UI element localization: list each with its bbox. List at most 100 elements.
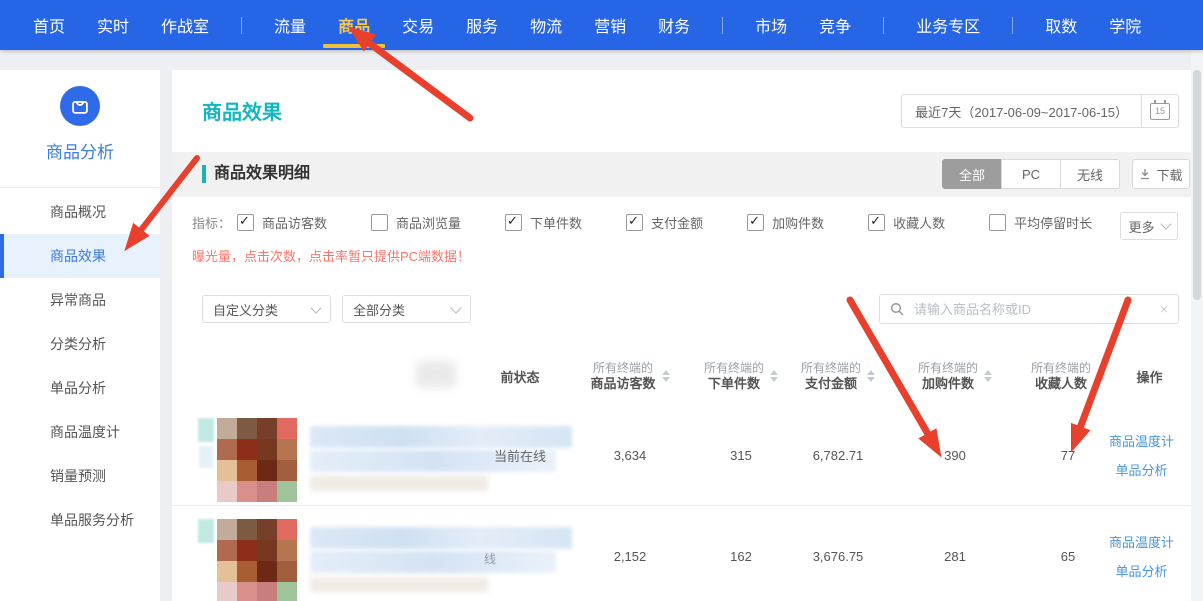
checkbox-icon[interactable]	[505, 214, 522, 231]
single-product-analysis-link[interactable]: 单品分析	[1115, 460, 1167, 479]
nav-item-service[interactable]: 服务	[466, 0, 498, 50]
metric-checkbox-stay-duration[interactable]: 平均停留时长	[989, 213, 1092, 232]
shopping-bag-icon	[69, 95, 91, 117]
page-title: 商品效果	[202, 96, 282, 125]
favorites-cell: 65	[1028, 549, 1108, 564]
nav-item-competition[interactable]: 竞争	[819, 0, 851, 50]
scrollbar-thumb[interactable]	[1193, 70, 1201, 300]
chevron-down-icon	[1160, 218, 1171, 229]
product-search-box: ×	[879, 294, 1179, 324]
blur-fragment	[198, 519, 214, 543]
nav-item-warroom[interactable]: 作战室	[161, 0, 209, 50]
nav-item-academy[interactable]: 学院	[1109, 0, 1141, 50]
chevron-down-icon	[310, 302, 321, 313]
cart-column-header: 所有终端的加购件数	[882, 360, 1028, 392]
calendar-button[interactable]: 15	[1142, 95, 1178, 127]
checkbox-icon[interactable]	[237, 214, 254, 231]
nav-item-trade[interactable]: 交易	[402, 0, 434, 50]
search-input[interactable]	[912, 301, 1152, 318]
pc-data-notice: 曝光量，点击次数，点击率暂只提供PC端数据！	[192, 246, 470, 265]
product-thermometer-link[interactable]: 商品温度计	[1109, 532, 1174, 551]
select-value: 自定义分类	[213, 300, 278, 319]
checkbox-icon[interactable]	[371, 214, 388, 231]
nav-item-products[interactable]: 商品	[338, 0, 370, 50]
sidebar-item-product-effect[interactable]: 商品效果	[0, 234, 160, 278]
nav-item-traffic[interactable]: 流量	[274, 0, 306, 50]
sort-icon[interactable]	[984, 370, 992, 382]
metric-label: 收藏人数	[893, 213, 945, 232]
metric-label: 支付金额	[651, 213, 703, 232]
date-range-picker[interactable]: 最近7天（2017-06-09~2017-06-15） 15	[901, 94, 1179, 128]
sort-icon[interactable]	[1097, 370, 1105, 382]
nav-item-data-fetch[interactable]: 取数	[1045, 0, 1077, 50]
calendar-icon: 15	[1150, 103, 1170, 120]
nav-item-business-zone[interactable]: 业务专区	[916, 0, 980, 50]
payment-cell: 6,782.71	[794, 448, 882, 463]
sidebar-item-category-analysis[interactable]: 分类分析	[0, 322, 160, 366]
nav-item-marketing[interactable]: 营销	[594, 0, 626, 50]
single-product-analysis-link[interactable]: 单品分析	[1115, 561, 1167, 580]
checkbox-icon[interactable]	[989, 214, 1006, 231]
tab-all[interactable]: 全部	[942, 159, 1002, 189]
more-dropdown-button[interactable]: 更多	[1120, 212, 1178, 240]
content-panel: 指标： 商品访客数 商品浏览量 下单件数 支付金额 加购件数	[172, 197, 1191, 601]
metric-checkbox-visitors[interactable]: 商品访客数	[237, 213, 327, 232]
favorites-cell: 77	[1028, 448, 1108, 463]
metric-checkbox-payment[interactable]: 支付金额	[626, 213, 703, 232]
sort-icon[interactable]	[662, 370, 670, 382]
sidebar-item-single-product-service[interactable]: 单品服务分析	[0, 498, 160, 542]
orders-cell: 315	[688, 448, 794, 463]
tab-pc[interactable]: PC	[1001, 159, 1061, 189]
sidebar-item-product-overview[interactable]: 商品概况	[0, 190, 160, 234]
nav-separator	[1012, 17, 1013, 34]
blur-fragment	[199, 446, 213, 468]
clear-search-icon[interactable]: ×	[1160, 302, 1168, 316]
product-subtext-blurred	[310, 476, 488, 491]
download-button[interactable]: 下载	[1132, 159, 1190, 189]
table-header-row: 前状态 所有终端的商品访客数 所有终端的下单件数 所有终端的支付金额 所有终端的…	[172, 347, 1191, 405]
cart-cell: 390	[882, 448, 1028, 463]
metric-checkbox-orders[interactable]: 下单件数	[505, 213, 582, 232]
page-header-panel: 商品效果 最近7天（2017-06-09~2017-06-15） 15	[172, 70, 1191, 152]
metric-checkbox-pageviews[interactable]: 商品浏览量	[371, 213, 461, 232]
metrics-label: 指标：	[192, 213, 231, 232]
sidebar-section-title: 商品分析	[0, 138, 160, 163]
visitors-column-header: 所有终端的商品访客数	[572, 360, 688, 392]
metric-checkbox-favorites[interactable]: 收藏人数	[868, 213, 945, 232]
blur-smudge	[416, 361, 456, 387]
nav-item-logistics[interactable]: 物流	[530, 0, 562, 50]
metric-label: 商品访客数	[262, 213, 327, 232]
sidebar-header: 商品分析	[0, 70, 160, 188]
nav-separator	[722, 17, 723, 34]
visitors-cell: 3,634	[572, 448, 688, 463]
custom-category-select[interactable]: 自定义分类	[202, 295, 331, 323]
sidebar-item-single-product-analysis[interactable]: 单品分析	[0, 366, 160, 410]
sort-icon[interactable]	[867, 370, 875, 382]
nav-item-market[interactable]: 市场	[755, 0, 787, 50]
tab-wireless[interactable]: 无线	[1060, 159, 1120, 189]
sidebar-item-abnormal-products[interactable]: 异常商品	[0, 278, 160, 322]
action-cell: 商品温度计 单品分析	[1108, 431, 1191, 479]
metric-checkbox-cart[interactable]: 加购件数	[747, 213, 824, 232]
action-column-header: 操作	[1108, 367, 1191, 386]
sidebar-item-product-thermometer[interactable]: 商品温度计	[0, 410, 160, 454]
nav-item-finance[interactable]: 财务	[658, 0, 690, 50]
orders-column-header: 所有终端的下单件数	[688, 360, 794, 392]
sort-icon[interactable]	[770, 370, 778, 382]
checkbox-icon[interactable]	[868, 214, 885, 231]
blur-fragment	[198, 418, 214, 442]
sidebar-item-sales-forecast[interactable]: 销量预测	[0, 454, 160, 498]
product-thermometer-link[interactable]: 商品温度计	[1109, 431, 1174, 450]
metric-label: 加购件数	[772, 213, 824, 232]
nav-item-home[interactable]: 首页	[33, 0, 65, 50]
cart-cell: 281	[882, 549, 1028, 564]
checkbox-icon[interactable]	[747, 214, 764, 231]
chevron-down-icon	[450, 302, 461, 313]
search-icon	[890, 302, 904, 316]
checkbox-icon[interactable]	[626, 214, 643, 231]
metric-label: 平均停留时长	[1014, 213, 1092, 232]
action-cell: 商品温度计 单品分析	[1108, 532, 1191, 580]
status-cell: 当前在线	[468, 405, 572, 505]
nav-item-realtime[interactable]: 实时	[97, 0, 129, 50]
all-category-select[interactable]: 全部分类	[342, 295, 471, 323]
